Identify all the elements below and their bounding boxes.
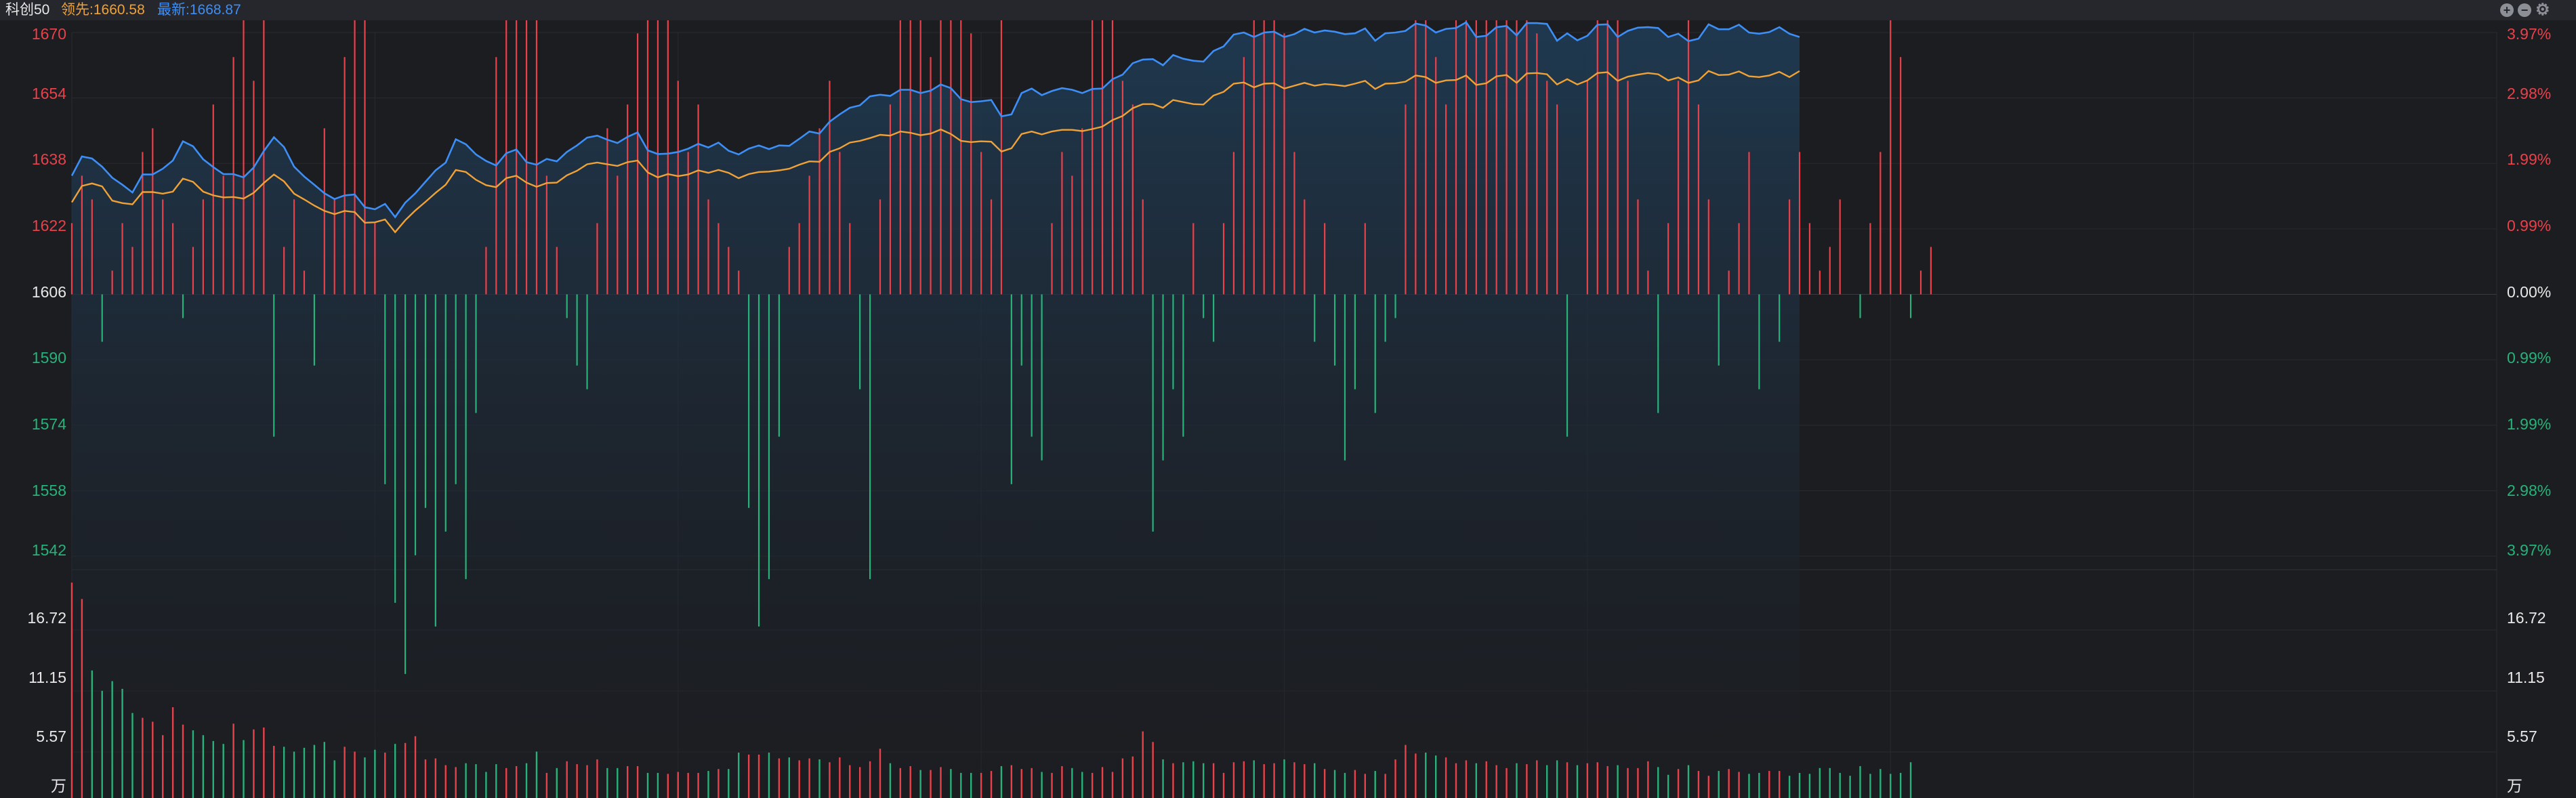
last-readout: 最新:1668.87 <box>157 0 241 20</box>
plus-circle-icon[interactable]: + <box>2500 3 2514 17</box>
volume-tick: 16.72 <box>2507 609 2546 627</box>
price-tick: 1542 <box>32 541 66 559</box>
volume-tick: 16.72 <box>27 609 66 627</box>
lead-value: 1660.58 <box>93 2 145 18</box>
price-tick: 1654 <box>32 85 66 102</box>
minus-circle-icon[interactable]: − <box>2518 3 2531 17</box>
price-tick: 1590 <box>32 349 66 366</box>
price-tick: 1558 <box>32 482 66 499</box>
price-tick: 1670 <box>32 25 66 43</box>
price-axis: 1670 1654 1638 1622 1606 1590 1574 1558 … <box>32 25 66 559</box>
volume-tick: 5.57 <box>36 728 66 745</box>
percent-tick: 2.98% <box>2507 482 2551 499</box>
header-bar: 科创50 领先:1660.58 最新:1668.87 + − ⚙ <box>0 0 2576 20</box>
percent-tick: 1.99% <box>2507 415 2551 433</box>
percent-tick: 0.00% <box>2507 283 2551 301</box>
intraday-chart: 1670 1654 1638 1622 1606 1590 1574 1558 … <box>27 20 2551 798</box>
price-tick: 1574 <box>32 415 66 433</box>
index-name: 科创50 <box>5 2 50 18</box>
percent-axis: 3.97% 2.98% 1.99% 0.99% 0.00% 0.99% 1.99… <box>2507 25 2551 559</box>
price-tick: 1622 <box>32 217 66 234</box>
price-tick: 1638 <box>32 150 66 168</box>
volume-unit: 万 <box>2507 777 2522 795</box>
lead-label: 领先: <box>61 2 94 18</box>
percent-tick: 0.99% <box>2507 349 2551 366</box>
gear-icon[interactable]: ⚙ <box>2535 2 2550 18</box>
percent-tick: 0.99% <box>2507 217 2551 234</box>
volume-unit: 万 <box>51 777 66 795</box>
volume-tick: 5.57 <box>2507 728 2537 745</box>
volume-tick: 11.15 <box>28 669 66 686</box>
price-tick: 1606 <box>32 283 66 301</box>
lead-readout: 领先:1660.58 <box>61 0 145 20</box>
price-area-fill <box>72 22 1800 798</box>
last-value: 1668.87 <box>189 2 241 18</box>
volume-tick: 11.15 <box>2507 669 2545 686</box>
percent-tick: 3.97% <box>2507 25 2551 43</box>
last-label: 最新: <box>157 2 190 18</box>
percent-tick: 3.97% <box>2507 541 2551 559</box>
chart-window: { "header": { "index_name": "科创50", "lea… <box>0 0 2576 798</box>
percent-tick: 2.98% <box>2507 85 2551 102</box>
percent-tick: 1.99% <box>2507 150 2551 168</box>
